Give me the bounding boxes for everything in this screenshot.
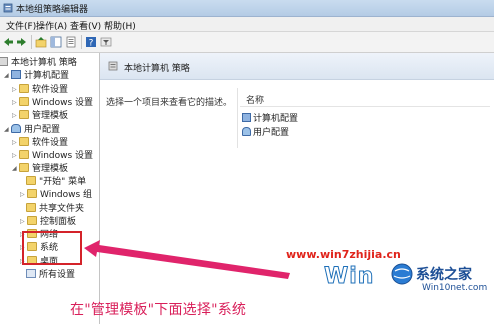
watermark-cn: 系统之家 [416, 267, 472, 283]
watermark-domain: Win10net.com [422, 283, 488, 293]
watermark-logo: Win 系统之家 Win10net.com [323, 262, 494, 298]
instruction-caption: 在"管理模板"下面选择"系统 [70, 302, 247, 318]
globe-logo-icon [391, 263, 413, 285]
source-url: www.win7zhijia.cn [286, 248, 401, 261]
watermark-win: Win [323, 264, 375, 290]
